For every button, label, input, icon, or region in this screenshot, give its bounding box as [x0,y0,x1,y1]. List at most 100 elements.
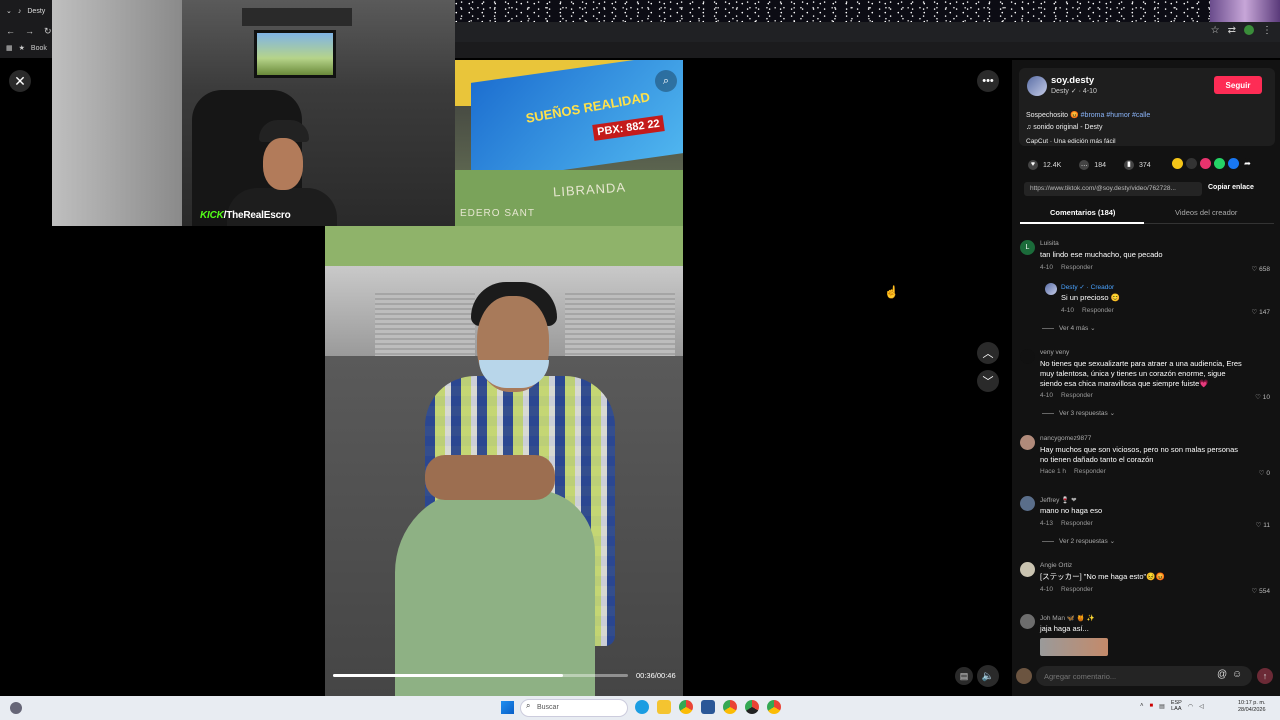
chevron-up-icon[interactable]: ˄ [1140,703,1144,709]
send-icon[interactable]: ↑ [1257,668,1273,684]
avatar[interactable] [1020,614,1035,629]
language-indicator[interactable]: ESP LAA [1171,700,1182,712]
volume-icon[interactable]: 🔈 [977,665,999,687]
comment-likes[interactable]: ♡ 554 [1252,587,1271,595]
whatsapp-icon[interactable] [1214,158,1225,169]
star-icon[interactable]: ☆ [1211,25,1220,36]
reload-icon[interactable]: ↻ [44,26,52,37]
reply-button[interactable]: Responder [1082,307,1114,314]
avatar[interactable]: L [1020,240,1035,255]
extension-icon[interactable] [1244,25,1254,35]
avatar[interactable] [1020,496,1035,511]
comment-user[interactable]: Joh Man 🦋 🍯 ✨ [1040,614,1095,622]
chrome-profile-icon[interactable] [767,700,781,714]
heart-icon[interactable]: ♥ [1028,160,1038,170]
view-more-replies[interactable]: Ver 4 más ⌄ [1042,324,1096,332]
chevron-up-icon[interactable]: ︿ [977,342,999,364]
facebook-icon[interactable] [1228,158,1239,169]
volume-icon[interactable]: ◁ [1199,703,1204,710]
browser-tab[interactable]: ⌄ ♪ Desty [0,0,60,22]
chrome-icon[interactable] [679,700,693,714]
chevron-down-icon[interactable]: ﹀ [977,370,999,392]
tab-creator-videos[interactable]: Videos del creador [1175,208,1237,217]
shop-shutter [375,290,415,360]
video-progress-bar[interactable] [333,674,628,677]
address-bar[interactable]: ☆ ⇄ ⋮ [455,22,1280,42]
avatar[interactable] [1020,349,1035,364]
kick-logo: KICK [200,210,224,221]
avatar[interactable] [1045,283,1057,295]
tab-comments[interactable]: Comentarios (184) [1050,208,1115,217]
copy-link-button[interactable]: Copiar enlace [1208,184,1254,191]
mention-icon[interactable]: @ [1217,669,1227,680]
translate-icon[interactable]: ⇄ [1228,25,1236,36]
wifi-icon[interactable]: ◠ [1188,703,1193,710]
webcam-overlay: KICK/TheRealEscro [52,0,455,226]
view-more-replies[interactable]: Ver 2 respuestas ⌄ [1042,537,1115,545]
chevron-down-icon[interactable]: ⌄ [6,7,12,15]
comment-likes[interactable]: ♡ 658 [1252,265,1271,273]
comment-icon[interactable]: … [1079,160,1090,170]
embed-icon[interactable] [1186,158,1197,169]
bookmark-icon[interactable]: ▮ [1123,160,1134,170]
follow-button[interactable]: Seguir [1214,76,1262,94]
close-icon[interactable]: ✕ [9,70,31,92]
taskbar-search[interactable]: Buscar [520,699,628,717]
reply-button[interactable]: Responder [1061,392,1093,399]
menu-icon[interactable]: ⋮ [1262,25,1272,36]
emoji-icon[interactable]: ☺ [1232,669,1242,680]
description-hashtags[interactable]: #broma #humor #calle [1081,112,1151,119]
browser-nav: ← → ↻ ▦ ★ Book [0,22,60,58]
avatar[interactable] [1020,562,1035,577]
more-options-icon[interactable]: ••• [977,70,999,92]
comment-user[interactable]: Jeffrey 🍷 ❤ [1040,496,1077,504]
music-link[interactable]: ♫ sonido original - Desty [1026,124,1102,131]
reply-button[interactable]: Responder [1074,468,1106,475]
edge-icon[interactable] [635,700,649,714]
comment-text: jaja haga así... [1040,624,1089,633]
reply-button[interactable]: Responder [1061,586,1093,593]
send-to-friends-icon[interactable] [1200,158,1211,169]
view-more-replies[interactable]: Ver 3 respuestas ⌄ [1042,409,1115,417]
comment-user[interactable]: Luisita [1040,240,1059,247]
comment-user[interactable]: Angie Ortiz [1040,562,1072,569]
avatar[interactable] [1020,435,1035,450]
comment-user[interactable]: Desty ✓ · Creador [1061,283,1114,291]
taskbar: Buscar ⌕ ˄ ■ ▤ ESP LAA ◠ ◁ 10:17 p. m. 28/… [0,696,1280,720]
creator-handle[interactable]: soy.desty [1051,75,1094,86]
avatar[interactable] [1027,76,1047,96]
tray-app-icon[interactable]: ■ [1150,703,1154,709]
share-arrow-icon[interactable]: ➦ [1242,158,1253,169]
clock[interactable]: 10:17 p. m. 28/04/2026 [1238,700,1266,714]
description-text: Sospechosito 😡 [1026,112,1079,119]
start-icon[interactable] [501,701,514,714]
comment-user[interactable]: veny veny [1040,349,1069,356]
back-icon[interactable]: ← [6,26,15,37]
tray-app-icon[interactable]: ▤ [1159,703,1165,710]
comment-likes[interactable]: ♡ 10 [1255,393,1270,401]
folder-icon[interactable] [657,700,671,714]
chrome-profile-icon[interactable] [723,700,737,714]
emoji-share-icon[interactable] [1172,158,1183,169]
apps-icon[interactable]: ▦ [6,44,13,52]
reply-button[interactable]: Responder [1061,520,1093,527]
chrome-profile-icon[interactable] [745,700,759,714]
comment-likes[interactable]: ♡ 147 [1252,308,1271,316]
bookmarks-label[interactable]: Book [31,45,47,52]
capcut-link[interactable]: CapCut · Una edición más fácil [1026,138,1116,145]
store-icon[interactable] [701,700,715,714]
search-icon[interactable]: ⌕ [655,70,677,92]
engagement-actions: ♥ 12.4K … 184 ▮ 374 [1028,158,1151,172]
comment-image[interactable] [1040,638,1108,656]
creator-name: Desty ✓ · 4-10 [1051,88,1097,95]
bookmark-star-icon: ★ [18,45,25,52]
widgets-icon[interactable] [10,702,22,714]
comment-item: Jeffrey 🍷 ❤ mano no haga eso 4-13 Respond… [1020,496,1270,529]
comment-likes[interactable]: ♡ 0 [1259,469,1270,477]
captions-icon[interactable]: ▤ [955,667,973,685]
reply-button[interactable]: Responder [1061,264,1093,271]
comment-likes[interactable]: ♡ 11 [1256,521,1270,529]
video-link[interactable]: https://www.tiktok.com/@soy.desty/video/… [1024,182,1202,196]
comment-user[interactable]: nancygomez9877 [1040,435,1091,442]
forward-icon[interactable]: → [25,26,34,37]
